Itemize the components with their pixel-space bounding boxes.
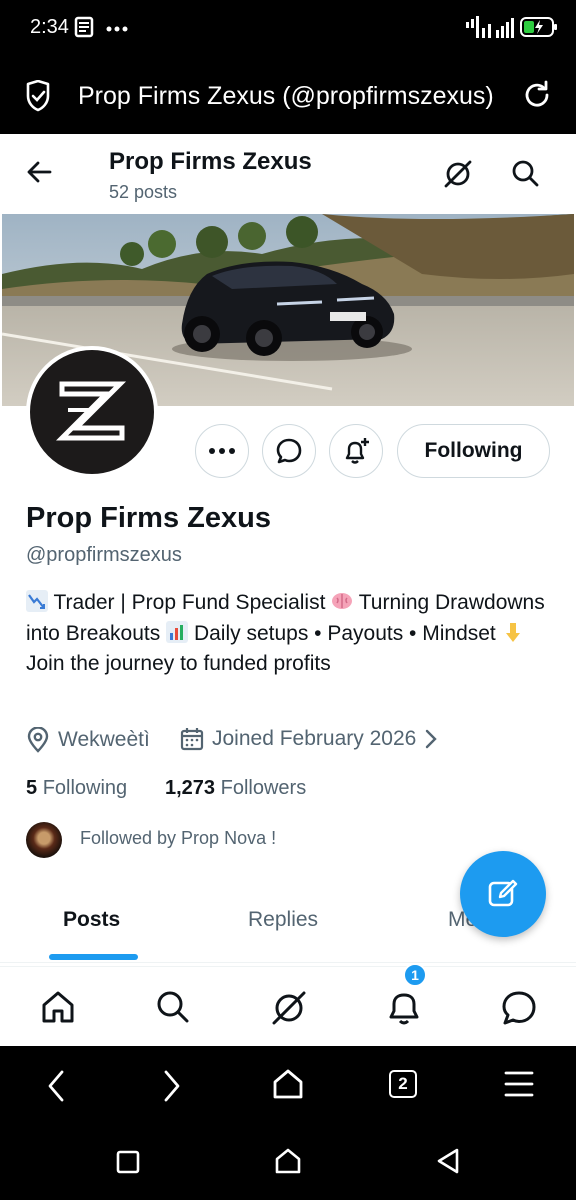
bar-chart-icon [166, 620, 189, 643]
recents-icon[interactable] [116, 1150, 140, 1174]
system-navigation-bar [0, 1126, 576, 1200]
tab-divider [0, 962, 576, 963]
followers-label: Followers [220, 777, 307, 799]
chart-decreasing-icon [26, 590, 48, 612]
following-button[interactable]: Following [397, 424, 550, 478]
bio-text-3: Daily setups • Payouts • Mindset [193, 621, 496, 645]
status-time: 2:34 [30, 16, 69, 38]
bio-text-1: Trader | Prop Fund Specialist [53, 591, 326, 614]
browser-home-icon[interactable] [272, 1068, 304, 1100]
profile-handle: @propfirmszexus [26, 544, 182, 566]
location-text: Wekweètì [58, 728, 150, 751]
brain-icon [332, 593, 353, 609]
status-bar: 2:34 [0, 0, 576, 58]
signal-icon [466, 16, 514, 38]
follower-avatar[interactable] [26, 822, 62, 858]
search-nav-icon[interactable] [155, 989, 191, 1025]
active-tab-indicator [49, 954, 138, 960]
browser-back-icon[interactable] [46, 1070, 66, 1102]
compose-post-button[interactable] [460, 851, 546, 937]
notes-icon [74, 16, 94, 38]
chevron-right-icon [426, 729, 438, 749]
shield-check-icon[interactable] [24, 80, 52, 112]
header-title: Prop Firms Zexus [109, 148, 312, 175]
calendar-icon [180, 728, 204, 751]
grok-icon[interactable] [442, 158, 474, 190]
browser-bottom-toolbar: 2 [0, 1046, 576, 1126]
more-dots-icon [209, 448, 235, 454]
followers-count-link[interactable]: 1,273 Followers [165, 777, 306, 800]
pointing-down-icon [505, 622, 520, 642]
browser-toolbar: Prop Firms Zexus (@propfirmszexus) [0, 58, 576, 134]
compose-icon [488, 879, 518, 907]
joined-text: Joined February 2026 [212, 727, 417, 750]
following-label: Following [42, 777, 128, 799]
browser-page-title[interactable]: Prop Firms Zexus (@propfirmszexus) [78, 82, 498, 111]
profile-joined[interactable]: Joined February 2026 [180, 727, 438, 751]
profile-name: Prop Firms Zexus [26, 502, 271, 534]
system-back-icon[interactable] [436, 1148, 460, 1174]
battery-icon [520, 17, 557, 37]
following-count: 5 [26, 777, 38, 799]
followers-count: 1,273 [165, 777, 216, 799]
bio-text-4: Join the journey to funded profits [26, 652, 331, 675]
tab-posts[interactable]: Posts [63, 908, 120, 932]
profile-bio: Trader | Prop Fund Specialist Turning Dr… [26, 588, 546, 680]
system-home-icon[interactable] [275, 1148, 301, 1174]
following-count-link[interactable]: 5 Following [26, 777, 127, 800]
browser-forward-icon[interactable] [162, 1070, 182, 1102]
header-post-count: 52 posts [109, 182, 178, 202]
messages-icon[interactable] [500, 989, 538, 1027]
notify-button[interactable] [329, 424, 383, 478]
more-dots-icon [106, 26, 128, 32]
message-button[interactable] [262, 424, 316, 478]
back-arrow-icon[interactable] [26, 160, 52, 184]
notifications-badge: 1 [403, 963, 427, 987]
bottom-navigation: 1 [0, 963, 576, 1046]
followed-by-text[interactable]: Followed by Prop Nova ! [80, 828, 276, 849]
browser-tabs-button[interactable]: 2 [389, 1070, 417, 1098]
more-options-button[interactable] [195, 424, 249, 478]
profile-avatar[interactable] [26, 346, 158, 478]
reload-icon[interactable] [522, 80, 552, 110]
profile-location: Wekweètì [26, 727, 150, 753]
location-pin-icon [27, 727, 49, 753]
bell-plus-icon [345, 438, 369, 464]
zexus-logo-icon [56, 381, 127, 441]
tab-replies[interactable]: Replies [248, 908, 318, 932]
chat-bubble-icon [276, 438, 302, 464]
profile-page: Prop Firms Zexus 52 posts Following Prop… [0, 134, 576, 1046]
search-icon[interactable] [510, 158, 540, 188]
notifications-icon[interactable] [385, 989, 423, 1027]
browser-menu-icon[interactable] [504, 1070, 534, 1098]
grok-nav-icon[interactable] [270, 989, 308, 1027]
home-icon[interactable] [40, 989, 76, 1025]
